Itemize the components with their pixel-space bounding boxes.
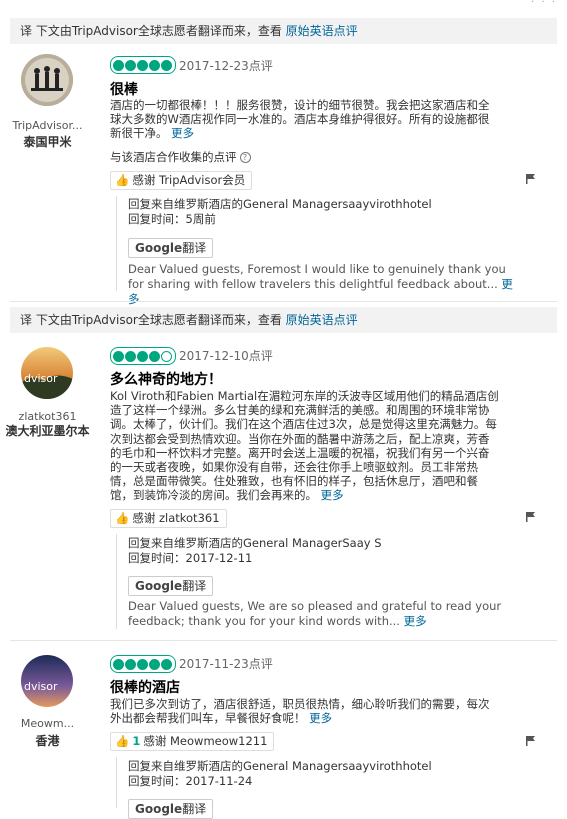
rating-bubble-icon [137,659,148,670]
rating-bubbles [110,655,176,673]
response-from: 回复来自维罗斯酒店的General Managersaayvirothhotel [128,759,432,773]
svg-text:dvisor: dvisor [24,372,58,385]
avatar-image [21,54,73,106]
google-label: Google [135,241,183,255]
response-from: 回复来自维罗斯酒店的General ManagerSaay S [128,536,382,550]
review-date: 2017-11-23点评 [179,657,273,671]
rating-bubble-icon [125,351,136,362]
response-more-link[interactable]: 更多 [404,614,427,628]
collected-note: 与该酒店合作收集的点评? [110,149,251,165]
rating-bubble-empty-icon [161,351,172,362]
response-from: 回复来自维罗斯酒店的General Managersaayvirothhotel [128,197,432,211]
flag-icon[interactable] [526,736,536,746]
review-body-text: Kol Viroth和Fabien Martial在湄粒河东岸的沃波寺区域用他们… [110,389,499,503]
rating-bubble-icon [149,351,160,362]
more-link[interactable]: 更多 [171,126,194,140]
reviewer-name[interactable]: Meowm... [0,717,95,730]
rating-bubble-icon [137,351,148,362]
thanks-label: 感谢 Meowmeow1211 [143,734,268,748]
thanks-label: 感谢 TripAdvisor会员 [132,173,246,187]
reviewer-location: 澳大利亚墨尔本 [5,424,90,438]
more-link[interactable]: 更多 [309,711,332,725]
response-text-body: Dear Valued guests, Foremost I would lik… [128,262,506,291]
rating-bubble-icon [149,60,160,71]
google-translate-button[interactable]: Google翻译 [128,799,214,819]
translation-notice: 译 下文由TripAdvisor全球志愿者翻译而来，查看 原始英语点评 [10,18,557,44]
reviewer-name[interactable]: TripAdvisor... [0,119,95,132]
avatar[interactable] [21,54,73,106]
review-body: Kol Viroth和Fabien Martial在湄粒河东岸的沃波寺区域用他们… [110,389,500,503]
response-text-body: Dear Valued guests, We are so pleased an… [128,599,502,628]
rating-bubbles [110,347,176,365]
rating-bubble-icon [149,659,160,670]
rating-bubble-icon [125,60,136,71]
google-label: Google [135,579,183,593]
review-date: 2017-12-23点评 [179,59,273,73]
thanks-button[interactable]: 👍 1 感谢 Meowmeow1211 [110,732,275,751]
reviewer-location: 香港 [35,734,60,748]
rating-bubble-icon [125,659,136,670]
review-body-text: 我们已多次到访了，酒店很舒适，职员很热情，细心聆听我们的需要，每次外出都会帮我们… [110,697,490,726]
avatar[interactable]: dvisor [21,347,73,399]
review-title[interactable]: 很棒 [110,79,138,99]
response-text: Dear Valued guests, We are so pleased an… [128,599,513,629]
translate-label: 翻译 [182,241,207,255]
rating-bubble-icon [161,60,172,71]
rating-bubble-icon [161,659,172,670]
original-english-review-link[interactable]: 原始英语点评 [286,313,358,327]
reviewer-name[interactable]: zlatkot361 [0,410,95,423]
reviewer-location: 泰国甲米 [23,135,72,149]
owner-response-header: 回复来自维罗斯酒店的General Managersaayvirothhotel… [128,197,432,227]
rating-bubbles [110,56,176,74]
translate-label: 翻译 [182,802,207,816]
response-divider [116,196,117,291]
svg-text:dvisor: dvisor [24,680,58,693]
google-translate-button[interactable]: Google翻译 [128,576,214,596]
rating-bubble-icon [113,351,124,362]
thanks-button[interactable]: 👍 感谢 TripAdvisor会员 [110,171,253,190]
response-divider [116,534,117,629]
collected-note-text: 与该酒店合作收集的点评 [110,150,237,164]
review-separator [10,301,557,302]
review-body-text: 酒店的一切都很棒！！！服务很赞，设计的细节很赞。我会把这家酒店和全球大多数的W酒… [110,98,490,141]
avatar-image: dvisor [21,347,73,399]
review-body: 酒店的一切都很棒！！！服务很赞，设计的细节很赞。我会把这家酒店和全球大多数的W酒… [110,98,500,141]
response-divider [116,757,117,808]
original-english-review-link[interactable]: 原始英语点评 [286,24,358,38]
google-translate-button[interactable]: Google翻译 [128,238,214,258]
thanks-button[interactable]: 👍 感谢 zlatkot361 [110,509,227,528]
help-icon[interactable]: ? [239,152,251,163]
more-link[interactable]: 更多 [321,488,344,502]
translation-notice-text: 译 下文由TripAdvisor全球志愿者翻译而来，查看 [20,24,286,38]
review-title[interactable]: 很棒的酒店 [110,677,180,697]
thumbs-up-icon: 👍 [115,173,130,187]
translate-label: 翻译 [182,579,207,593]
response-time: 回复时间：2017-11-24 [128,774,253,788]
review-separator [10,640,557,641]
review-date: 2017-12-10点评 [179,349,273,363]
response-time: 回复时间：2017-12-11 [128,551,253,565]
thanks-count: 1 [132,734,141,748]
rating-bubble-icon [137,60,148,71]
google-label: Google [135,802,183,816]
avatar-image: dvisor [21,655,73,707]
thanks-label: 感谢 zlatkot361 [132,511,220,525]
translation-notice: 译 下文由TripAdvisor全球志愿者翻译而来，查看 原始英语点评 [10,307,557,333]
response-time: 回复时间：5周前 [128,212,216,226]
flag-icon[interactable] [526,512,536,522]
flag-icon[interactable] [526,174,536,184]
avatar[interactable]: dvisor [21,655,73,707]
review-body: 我们已多次到访了，酒店很舒适，职员很热情，细心聆听我们的需要，每次外出都会帮我们… [110,697,500,725]
thumbs-up-icon: 👍 [115,734,130,748]
translation-notice-text: 译 下文由TripAdvisor全球志愿者翻译而来，查看 [20,313,286,327]
rating-bubble-icon [113,60,124,71]
review-title[interactable]: 多么神奇的地方！ [110,369,222,389]
owner-response-header: 回复来自维罗斯酒店的General ManagerSaay S 回复时间：201… [128,536,382,566]
response-text: Dear Valued guests, Foremost I would lik… [128,262,513,306]
thumbs-up-icon: 👍 [115,511,130,525]
top-edge: · · · [531,0,557,8]
rating-bubble-icon [113,659,124,670]
owner-response-header: 回复来自维罗斯酒店的General Managersaayvirothhotel… [128,759,432,789]
